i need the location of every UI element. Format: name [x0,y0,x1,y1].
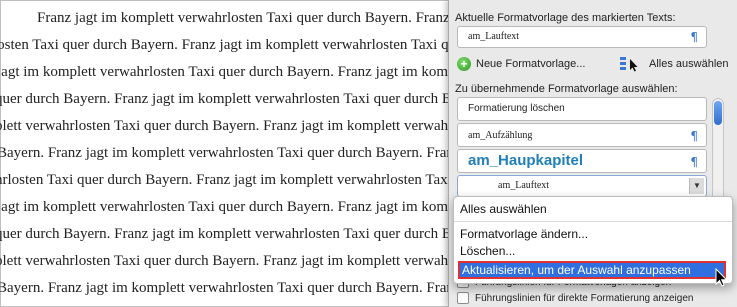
show-direct-formatting-guides-checkbox[interactable]: Führungslinien für direkte Formatierung … [457,292,693,304]
style-item-label: am_Aufzählung [468,130,533,141]
mouse-pointer-icon [715,268,728,287]
style-item-clear-formatting[interactable]: Formatierung löschen [457,97,707,121]
apply-style-label: Zu übernehmende Formatvorlage auswählen: [455,83,678,95]
chevron-down-icon[interactable]: ▼ [689,178,704,194]
style-item-label: Formatierung löschen [468,103,565,114]
style-item-am-haupkapitel[interactable]: am_Haupkapitel ¶ [457,149,707,173]
new-style-button[interactable]: + Neue Formatvorlage... [457,54,585,74]
menu-separator [454,221,732,222]
menu-item-delete[interactable]: Löschen... [460,244,515,258]
current-style-value: am_Lauftext [468,31,520,42]
scrollbar-thumb[interactable] [714,101,722,125]
current-style-label: Aktuelle Formatvorlage des markierten Te… [455,12,676,24]
select-all-label: Alles auswählen [649,58,729,70]
select-all-button[interactable]: Alles auswählen [619,54,729,74]
paragraph-style-icon: ¶ [690,30,698,44]
checkbox-label: Führungslinien für direkte Formatierung … [475,292,694,304]
style-item-am-aufzaehlung[interactable]: am_Aufzählung ¶ [457,123,707,147]
menu-item-select-all[interactable]: Alles auswählen [460,202,547,216]
style-context-menu: Alles auswählen Formatvorlage ändern... … [453,196,733,284]
menu-item-update-to-match-selection[interactable]: Aktualisieren, um der Auswahl anzupassen [458,261,726,279]
current-style-field[interactable]: am_Lauftext ¶ [457,26,707,48]
style-item-label: am_Haupkapitel [468,152,584,169]
checkbox-box[interactable] [457,292,469,304]
menu-item-modify-style[interactable]: Formatvorlage ändern... [460,227,588,241]
plus-icon: + [457,57,471,71]
new-style-label: Neue Formatvorlage... [476,58,586,70]
style-item-am-lauftext[interactable]: am_Lauftext ▼ [457,175,707,197]
paragraph-style-icon: ¶ [690,155,698,169]
paragraph-style-icon: ¶ [690,129,698,143]
select-all-icon [619,56,641,72]
style-item-label: am_Lauftext [498,180,550,191]
